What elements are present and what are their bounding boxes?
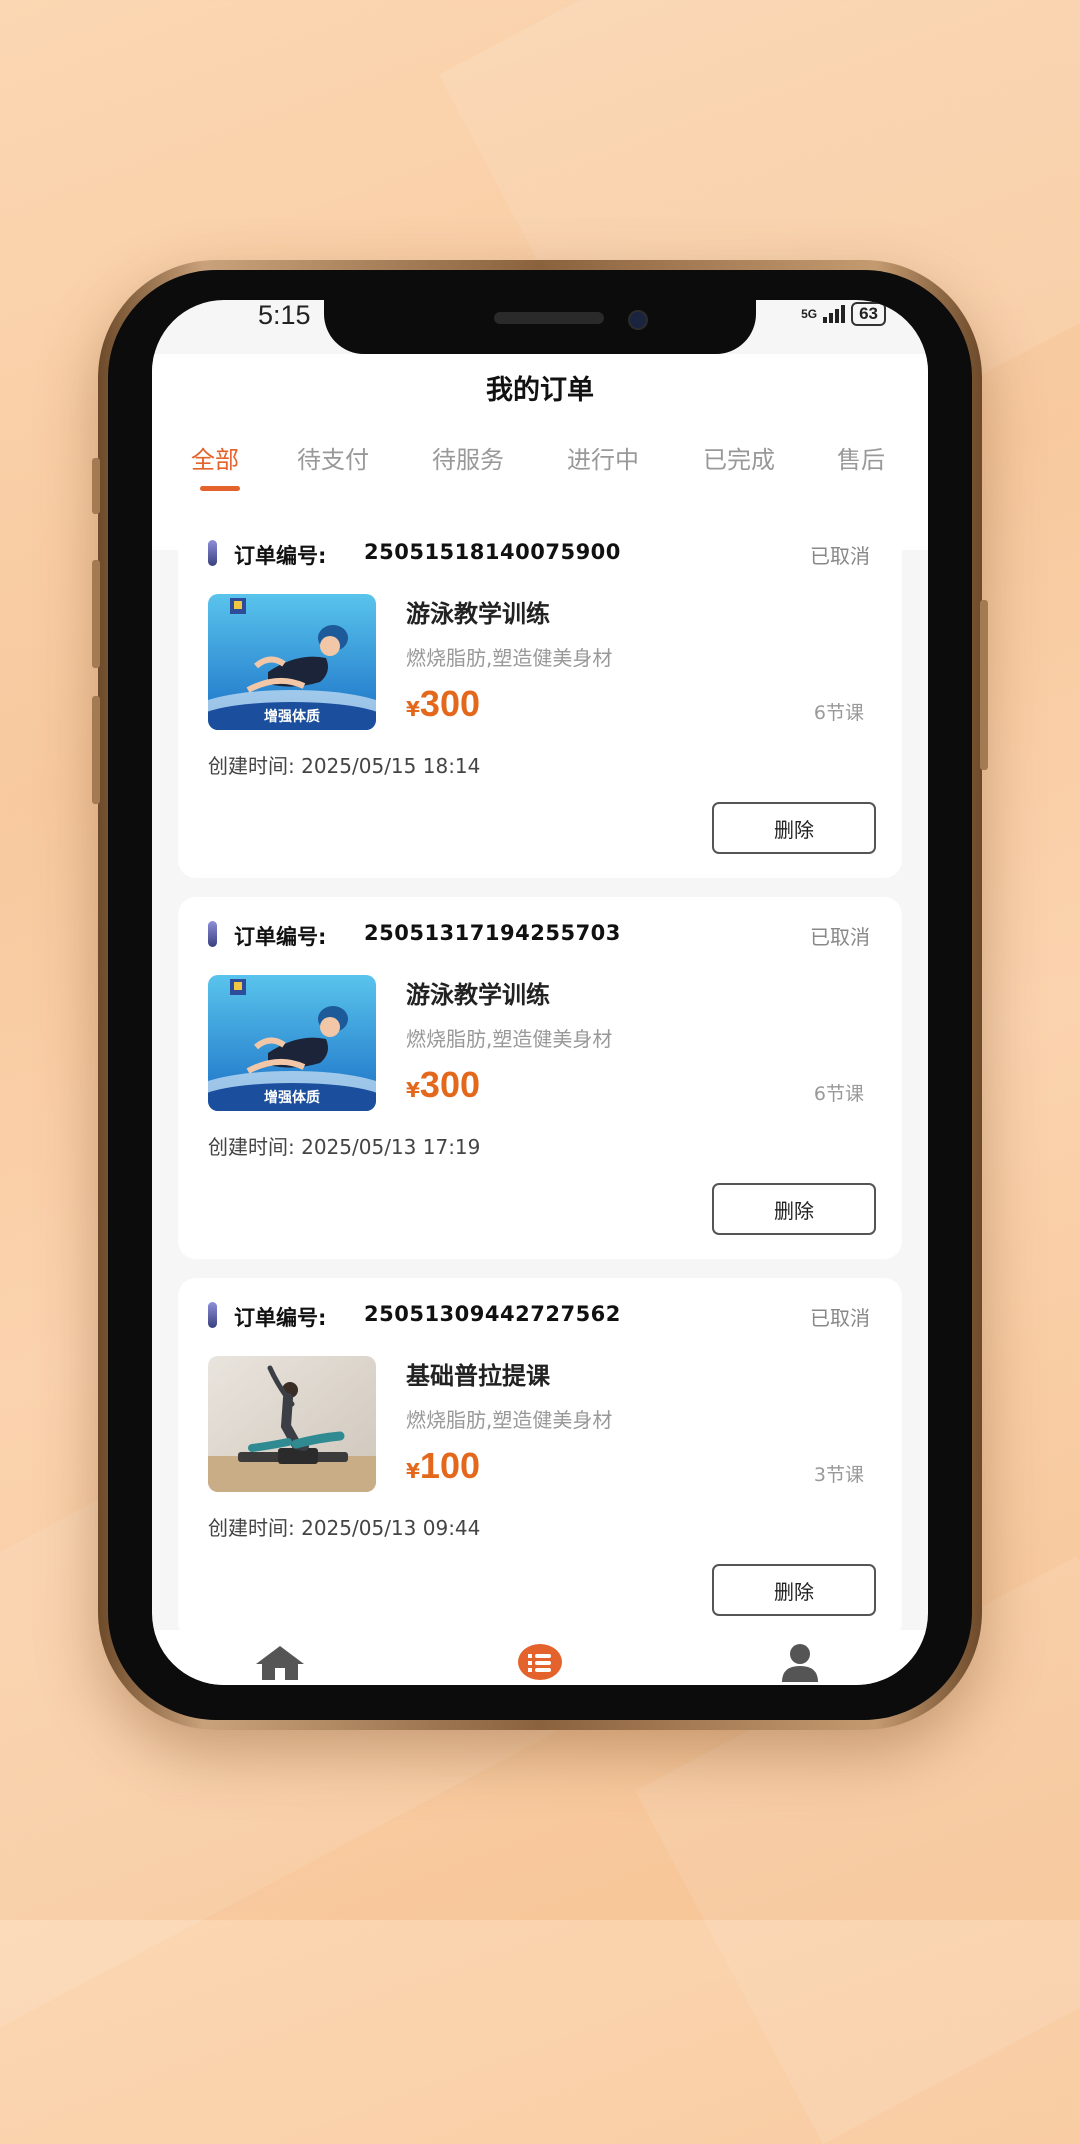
- order-number-label: 订单编号:: [234, 1306, 327, 1330]
- course-image[interactable]: 增强体质: [208, 975, 376, 1111]
- image-caption: 增强体质: [264, 709, 320, 725]
- phone-notch: [324, 300, 756, 354]
- page-title: 我的订单: [486, 375, 594, 406]
- course-description: 燃烧脂肪,塑造健美身材: [406, 1408, 613, 1432]
- course-name[interactable]: 基础普拉提课: [406, 1356, 550, 1391]
- currency-symbol: ¥: [406, 697, 420, 721]
- delete-button[interactable]: 删除: [712, 1183, 876, 1235]
- course-name[interactable]: 游泳教学训练: [406, 975, 550, 1010]
- currency-symbol: ¥: [406, 1078, 420, 1102]
- course-price: ¥300: [406, 686, 480, 722]
- image-caption: 增强体质: [264, 1090, 320, 1106]
- tab-all[interactable]: 全部: [191, 440, 239, 475]
- bottom-nav: 首页 订单 我的: [152, 1630, 928, 1685]
- order-status: 已取消: [810, 544, 870, 568]
- nav-orders[interactable]: 订单: [510, 1642, 570, 1685]
- course-price: ¥100: [406, 1448, 480, 1484]
- course-name[interactable]: 游泳教学训练: [406, 594, 550, 629]
- order-status: 已取消: [810, 1306, 870, 1330]
- home-icon: [256, 1646, 304, 1680]
- phone-side-button: [92, 696, 100, 804]
- price-amount: 100: [419, 1445, 480, 1486]
- tab-pending-service[interactable]: 待服务: [432, 440, 504, 475]
- lesson-count: 3节课: [813, 1464, 864, 1486]
- course-description: 燃烧脂肪,塑造健美身材: [406, 1027, 613, 1051]
- created-value: 2025/05/15 18:14: [301, 754, 481, 778]
- course-description: 燃烧脂肪,塑造健美身材: [406, 646, 613, 670]
- delete-button[interactable]: 删除: [712, 1564, 876, 1616]
- status-icons: 5G 63: [801, 302, 886, 326]
- phone-side-button: [980, 600, 988, 770]
- order-tabs: 全部 待支付 待服务 进行中 已完成 售后: [152, 440, 928, 500]
- delete-button[interactable]: 删除: [712, 802, 876, 854]
- created-time: 创建时间: 2025/05/13 17:19: [208, 1131, 480, 1160]
- course-image[interactable]: [208, 1356, 376, 1492]
- order-number: 25051309442727562: [364, 1302, 621, 1326]
- tab-completed[interactable]: 已完成: [703, 440, 775, 475]
- order-marker: [208, 921, 217, 947]
- order-marker: [208, 1302, 217, 1328]
- nav-profile[interactable]: 我的: [770, 1642, 830, 1685]
- course-image[interactable]: 增强体质: [208, 594, 376, 730]
- order-card: 订单编号: 25051518140075900 已取消 增强体质 游泳教学训练 …: [178, 516, 902, 878]
- order-card: 订单编号: 25051309442727562 已取消 基础普拉提课 燃烧脂肪,…: [178, 1278, 902, 1640]
- order-number: 25051317194255703: [364, 921, 621, 945]
- lesson-count: 6节课: [813, 702, 864, 724]
- phone-side-button: [92, 458, 100, 514]
- profile-icon: [782, 1644, 818, 1682]
- phone-side-button: [92, 560, 100, 668]
- tab-in-progress[interactable]: 进行中: [567, 440, 639, 475]
- nav-home[interactable]: 首页: [250, 1642, 310, 1685]
- order-marker: [208, 540, 217, 566]
- phone-screen: 5:15 5G 63 我的订单 全部 待支付 待服务 进行中 已完成 售后 订单…: [152, 300, 928, 1685]
- created-time: 创建时间: 2025/05/13 09:44: [208, 1512, 480, 1541]
- price-amount: 300: [419, 1064, 480, 1105]
- tab-pending-payment[interactable]: 待支付: [297, 440, 369, 475]
- signal-icon: [823, 305, 846, 323]
- currency-symbol: ¥: [406, 1459, 420, 1483]
- created-time: 创建时间: 2025/05/15 18:14: [208, 750, 480, 779]
- active-tab-indicator: [200, 486, 240, 491]
- order-number-label: 订单编号:: [234, 925, 327, 949]
- course-price: ¥300: [406, 1067, 480, 1103]
- order-number-label: 订单编号:: [234, 544, 327, 568]
- created-label: 创建时间:: [208, 1516, 295, 1540]
- order-list-icon: [518, 1644, 562, 1680]
- created-value: 2025/05/13 17:19: [301, 1135, 481, 1159]
- network-type: 5G: [801, 307, 818, 321]
- tab-after-sales[interactable]: 售后: [837, 440, 885, 475]
- lesson-count: 6节课: [813, 1083, 864, 1105]
- created-label: 创建时间:: [208, 754, 295, 778]
- order-status: 已取消: [810, 925, 870, 949]
- status-time: 5:15: [258, 300, 311, 330]
- camera-icon: [628, 310, 648, 330]
- created-value: 2025/05/13 09:44: [301, 1516, 481, 1540]
- price-amount: 300: [419, 683, 480, 724]
- battery-icon: 63: [851, 302, 886, 326]
- order-card: 订单编号: 25051317194255703 已取消 增强体质 游泳教学训练 …: [178, 897, 902, 1259]
- created-label: 创建时间:: [208, 1135, 295, 1159]
- order-number: 25051518140075900: [364, 540, 621, 564]
